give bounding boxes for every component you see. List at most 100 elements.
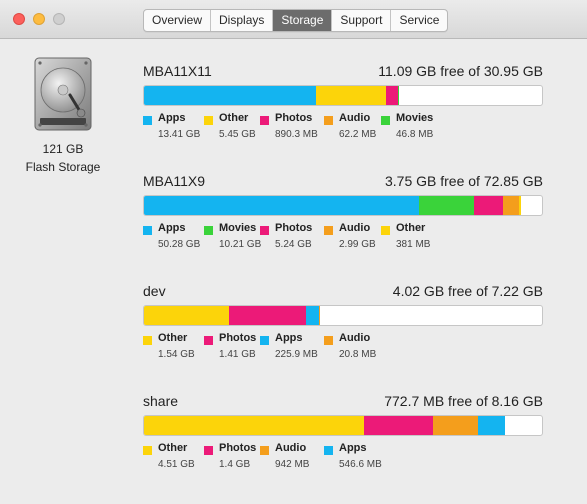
legend-label: Apps <box>339 442 367 454</box>
legend-size: 4.51 GB <box>158 459 195 470</box>
volume-header: share 772.7 MB free of 8.16 GB <box>143 393 543 413</box>
legend-swatch <box>381 226 390 235</box>
usage-segment-apps <box>144 86 317 105</box>
usage-segment-audio <box>502 196 520 215</box>
window-titlebar: Overview Displays Storage Support Servic… <box>0 0 587 39</box>
legend-size: 1.41 GB <box>219 349 256 360</box>
tab-service[interactable]: Service <box>391 10 447 31</box>
volume-name: MBA11X9 <box>143 173 205 189</box>
volume-free-space: 3.75 GB free of 72.85 GB <box>385 173 543 189</box>
legend-size: 1.54 GB <box>158 349 195 360</box>
legend-size: 5.24 GB <box>275 239 312 250</box>
minimize-window-button[interactable] <box>33 13 45 25</box>
usage-segment-photos <box>474 196 503 215</box>
legend-swatch <box>324 336 333 345</box>
volume-name: dev <box>143 283 166 299</box>
tab-displays[interactable]: Displays <box>211 10 274 31</box>
disk-type: Flash Storage <box>25 160 101 174</box>
usage-segment-apps <box>306 306 319 325</box>
usage-segment-photos <box>364 416 433 435</box>
legend-swatch <box>143 226 152 235</box>
volume-mba11x9: MBA11X9 3.75 GB free of 72.85 GB Apps 50.28… <box>143 173 543 250</box>
zoom-window-button[interactable] <box>53 13 65 25</box>
legend-size: 1.4 GB <box>219 459 251 470</box>
legend-size: 2.99 GB <box>339 239 376 250</box>
legend-label: Movies <box>219 222 257 234</box>
legend-swatch <box>324 226 333 235</box>
legend-size: 225.9 MB <box>275 349 318 360</box>
legend-swatch <box>204 226 213 235</box>
legend-swatch <box>143 446 152 455</box>
legend-swatch <box>204 336 213 345</box>
volume-mba11x11: MBA11X11 11.09 GB free of 30.95 GB Apps 13.… <box>143 63 543 140</box>
legend-label: Audio <box>339 332 371 344</box>
usage-segment-apps <box>478 416 505 435</box>
legend-label: Other <box>396 222 426 234</box>
legend-size: 62.2 MB <box>339 129 377 140</box>
legend-label: Other <box>158 442 188 454</box>
legend-size: 942 MB <box>275 459 310 470</box>
legend-label: Apps <box>158 112 186 124</box>
usage-segment-movies <box>398 86 399 105</box>
usage-segment-other <box>519 196 522 215</box>
usage-segment-photos <box>386 86 398 105</box>
legend-size: 46.8 MB <box>396 129 434 140</box>
volume-name: share <box>143 393 179 409</box>
legend-label: Apps <box>275 332 303 344</box>
close-window-button[interactable] <box>13 13 25 25</box>
usage-segment-photos <box>228 306 307 325</box>
legend-label: Apps <box>158 222 186 234</box>
usage-segment-other <box>316 86 387 105</box>
usage-segment-audio <box>318 306 320 325</box>
legend-label: Photos <box>275 222 313 234</box>
legend-swatch <box>324 446 333 455</box>
tab-support[interactable]: Support <box>332 10 392 31</box>
legend-swatch <box>143 116 152 125</box>
volume-name: MBA11X11 <box>143 63 212 79</box>
tab-bar: Overview Displays Storage Support Servic… <box>143 9 449 32</box>
legend-size: 10.21 GB <box>219 239 262 250</box>
usage-segment-audio <box>432 416 479 435</box>
legend-label: Audio <box>339 222 371 234</box>
disk-caption: 121 GB Flash Storage <box>0 140 126 176</box>
usage-segment-movies <box>418 196 475 215</box>
volume-free-space: 772.7 MB free of 8.16 GB <box>384 393 543 409</box>
usage-legend: Apps 50.28 GB Movies 10.21 GB Photos 5.24 GB A… <box>143 222 543 257</box>
storage-usage-bar <box>143 195 543 216</box>
storage-usage-bar <box>143 85 543 106</box>
legend-label: Photos <box>275 112 313 124</box>
storage-usage-bar <box>143 305 543 326</box>
legend-size: 546.6 MB <box>339 459 382 470</box>
legend-swatch <box>260 446 269 455</box>
legend-label: Photos <box>219 332 257 344</box>
legend-swatch <box>381 116 390 125</box>
legend-label: Other <box>158 332 188 344</box>
usage-legend: Apps 13.41 GB Other 5.45 GB Photos 890.3 MB Au… <box>143 112 543 147</box>
legend-swatch <box>143 336 152 345</box>
usage-segment-apps <box>144 196 419 215</box>
volume-free-space: 11.09 GB free of 30.95 GB <box>378 63 543 79</box>
legend-size: 890.3 MB <box>275 129 318 140</box>
legend-swatch <box>204 116 213 125</box>
legend-label: Other <box>219 112 249 124</box>
usage-segment-other <box>144 416 365 435</box>
storage-usage-bar <box>143 415 543 436</box>
legend-size: 50.28 GB <box>158 239 201 250</box>
volume-share: share 772.7 MB free of 8.16 GB Other 4.51 G… <box>143 393 543 470</box>
tab-overview[interactable]: Overview <box>144 10 212 31</box>
usage-legend: Other 4.51 GB Photos 1.4 GB Audio 942 MB Apps 5… <box>143 442 543 477</box>
legend-swatch <box>260 116 269 125</box>
legend-swatch <box>260 226 269 235</box>
legend-label: Photos <box>219 442 257 454</box>
volume-header: MBA11X11 11.09 GB free of 30.95 GB <box>143 63 543 83</box>
legend-label: Movies <box>396 112 434 124</box>
volume-free-space: 4.02 GB free of 7.22 GB <box>392 283 543 299</box>
legend-swatch <box>324 116 333 125</box>
legend-label: Audio <box>275 442 307 454</box>
volume-dev: dev 4.02 GB free of 7.22 GB Other 1.54 GB Ph… <box>143 283 543 360</box>
legend-label: Audio <box>339 112 371 124</box>
volume-header: MBA11X9 3.75 GB free of 72.85 GB <box>143 173 543 193</box>
tab-storage[interactable]: Storage <box>273 10 333 31</box>
legend-size: 13.41 GB <box>158 129 201 140</box>
usage-legend: Other 1.54 GB Photos 1.41 GB Apps 225.9 MB Aud… <box>143 332 543 367</box>
